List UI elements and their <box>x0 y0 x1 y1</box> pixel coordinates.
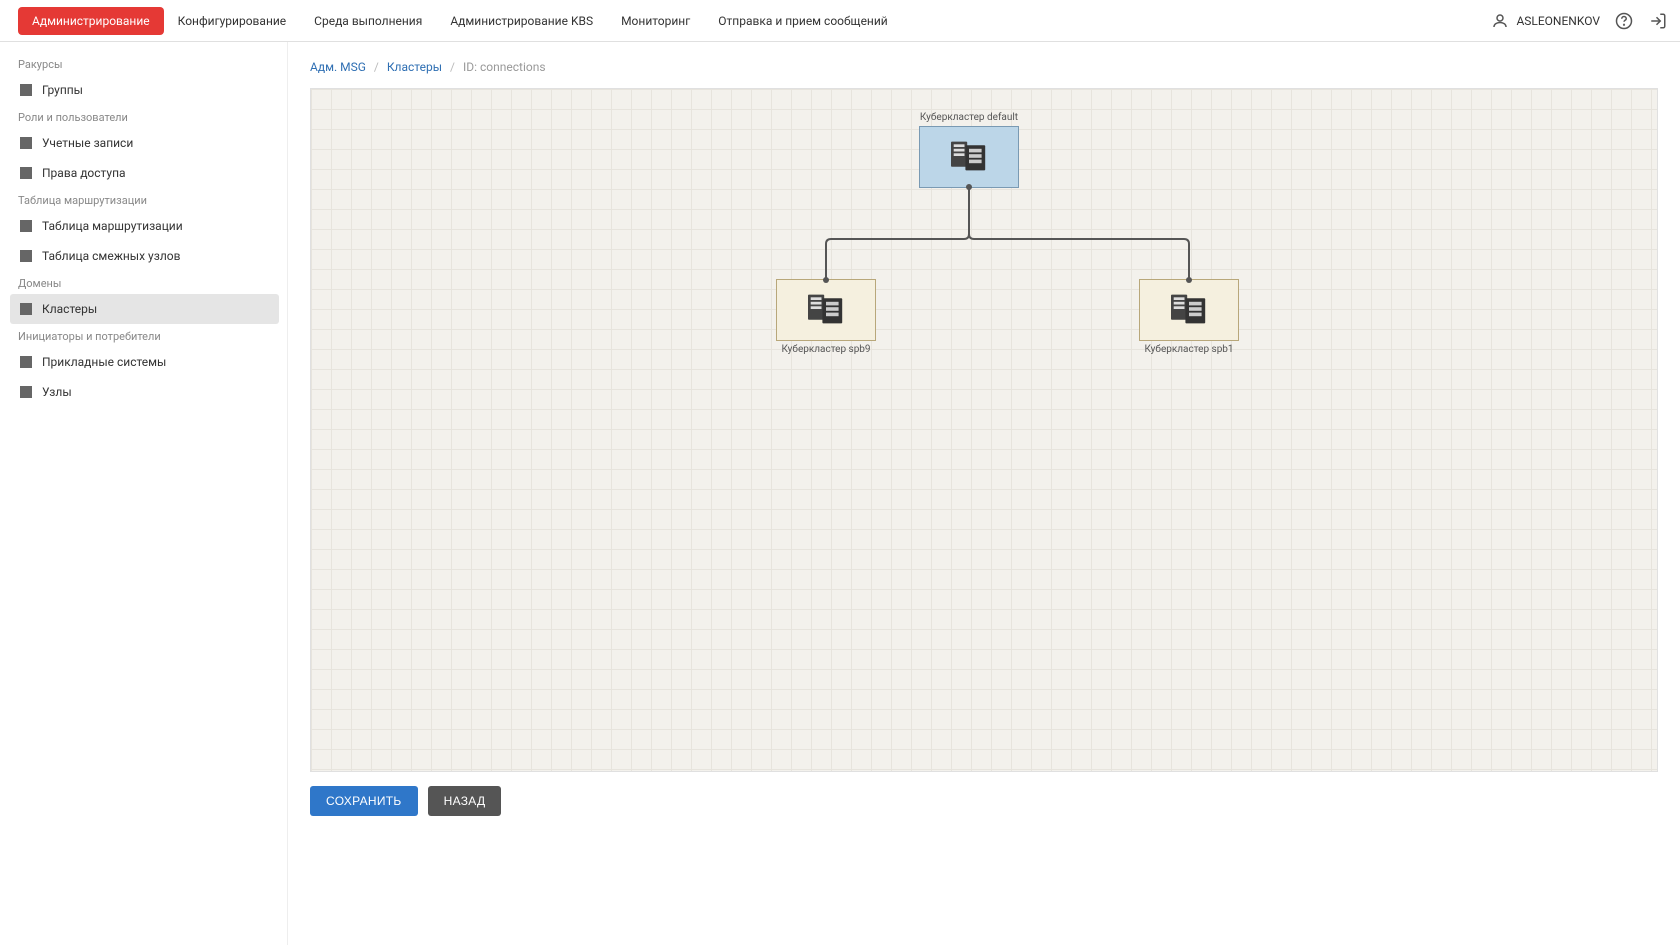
sidebar-item-routing-table[interactable]: Таблица маршрутизации <box>10 211 279 241</box>
sidebar-item-label: Группы <box>42 83 83 97</box>
topbar: Администрирование Конфигурирование Среда… <box>0 0 1680 42</box>
topnav: Администрирование Конфигурирование Среда… <box>18 7 902 35</box>
square-icon <box>20 303 32 315</box>
diagram-canvas[interactable]: Куберкластер default Куберкластер spb9 К… <box>310 88 1658 772</box>
square-icon <box>20 386 32 398</box>
server-icon <box>1167 291 1211 330</box>
square-icon <box>20 84 32 96</box>
topnav-item-runtime[interactable]: Среда выполнения <box>300 7 436 35</box>
sidebar-item-label: Таблица смежных узлов <box>42 249 180 263</box>
breadcrumb-sep: / <box>374 60 379 74</box>
topnav-item-config[interactable]: Конфигурирование <box>164 7 301 35</box>
sidebar-item-clusters[interactable]: Кластеры <box>10 294 279 324</box>
sidebar-item-label: Кластеры <box>42 302 97 316</box>
topbar-right: ASLEONENKOV <box>1490 11 1668 31</box>
breadcrumb-link[interactable]: Адм. MSG <box>310 60 366 74</box>
footer-buttons: СОХРАНИТЬ НАЗАД <box>310 772 1658 816</box>
side-section-title: Роли и пользователи <box>10 105 279 128</box>
side-section-title: Инициаторы и потребители <box>10 324 279 347</box>
sidebar-item-accounts[interactable]: Учетные записи <box>10 128 279 158</box>
node-child[interactable]: Куберкластер spb9 <box>776 279 876 341</box>
back-button[interactable]: НАЗАД <box>428 786 502 816</box>
breadcrumb: Адм. MSG / Кластеры / ID: connections <box>310 56 1658 88</box>
topnav-item-label: Мониторинг <box>621 14 690 28</box>
node-label: Куберкластер default <box>920 112 1018 123</box>
sidebar-item-apps[interactable]: Прикладные системы <box>10 347 279 377</box>
user-menu[interactable]: ASLEONENKOV <box>1490 11 1600 31</box>
breadcrumb-link[interactable]: Кластеры <box>387 60 442 74</box>
sidebar-item-access[interactable]: Права доступа <box>10 158 279 188</box>
sidebar: Ракурсы Группы Роли и пользователи Учетн… <box>0 42 288 945</box>
topnav-item-label: Отправка и прием сообщений <box>718 14 887 28</box>
square-icon <box>20 137 32 149</box>
server-icon <box>947 138 991 177</box>
square-icon <box>20 220 32 232</box>
side-section-title: Домены <box>10 271 279 294</box>
content: Адм. MSG / Кластеры / ID: connections Ку… <box>288 42 1680 945</box>
topnav-item-messaging[interactable]: Отправка и прием сообщений <box>704 7 901 35</box>
breadcrumb-sep: / <box>450 60 455 74</box>
port-icon <box>966 184 972 190</box>
sidebar-item-label: Учетные записи <box>42 136 133 150</box>
square-icon <box>20 250 32 262</box>
logout-icon[interactable] <box>1648 11 1668 31</box>
side-section-title: Таблица маршрутизации <box>10 188 279 211</box>
side-section-title: Ракурсы <box>10 52 279 75</box>
help-icon[interactable] <box>1614 11 1634 31</box>
user-icon <box>1490 11 1510 31</box>
node-root[interactable]: Куберкластер default <box>919 126 1019 188</box>
sidebar-item-label: Таблица маршрутизации <box>42 219 183 233</box>
topnav-item-admin[interactable]: Администрирование <box>18 7 164 35</box>
sidebar-item-label: Прикладные системы <box>42 355 166 369</box>
save-button[interactable]: СОХРАНИТЬ <box>310 786 418 816</box>
sidebar-item-label: Права доступа <box>42 166 126 180</box>
topnav-item-label: Администрирование <box>32 14 150 28</box>
layout: Ракурсы Группы Роли и пользователи Учетн… <box>0 42 1680 945</box>
topnav-item-label: Администрирование KBS <box>450 14 593 28</box>
square-icon <box>20 167 32 179</box>
port-icon <box>1186 277 1192 283</box>
node-label: Куберкластер spb1 <box>1144 344 1233 355</box>
topnav-item-monitoring[interactable]: Мониторинг <box>607 7 704 35</box>
sidebar-item-adjacent-nodes[interactable]: Таблица смежных узлов <box>10 241 279 271</box>
topnav-item-kbs[interactable]: Администрирование KBS <box>436 7 607 35</box>
topnav-item-label: Конфигурирование <box>178 14 287 28</box>
sidebar-item-nodes[interactable]: Узлы <box>10 377 279 407</box>
node-child[interactable]: Куберкластер spb1 <box>1139 279 1239 341</box>
server-icon <box>804 291 848 330</box>
canvas-inner: Куберкластер default Куберкластер spb9 К… <box>311 89 1658 749</box>
sidebar-item-groups[interactable]: Группы <box>10 75 279 105</box>
port-icon <box>823 277 829 283</box>
sidebar-item-label: Узлы <box>42 385 72 399</box>
square-icon <box>20 356 32 368</box>
user-name: ASLEONENKOV <box>1516 14 1600 28</box>
breadcrumb-current: ID: connections <box>463 60 546 74</box>
topnav-item-label: Среда выполнения <box>314 14 422 28</box>
connections <box>311 89 1658 749</box>
node-label: Куберкластер spb9 <box>781 344 870 355</box>
